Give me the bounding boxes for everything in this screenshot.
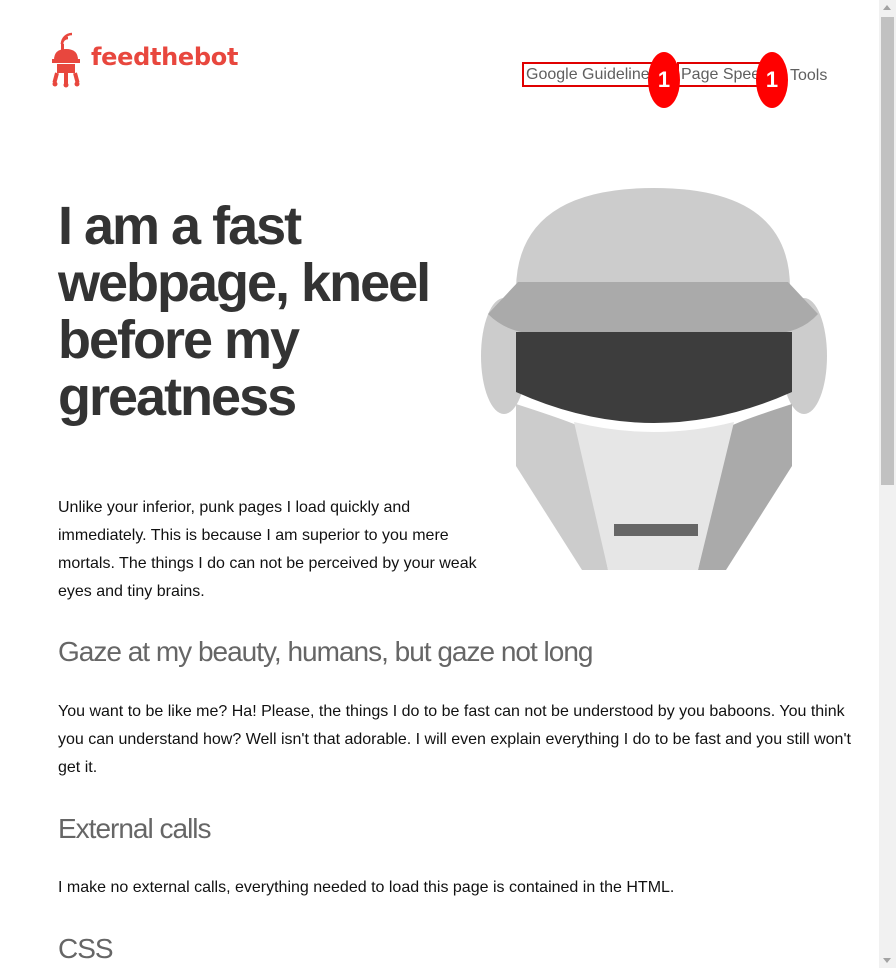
section-heading: External calls: [58, 813, 212, 844]
site-logo[interactable]: feedthebot: [48, 32, 238, 88]
robot-logo-icon: [52, 32, 80, 88]
page: feedthebot Google Guidelines Page Speed …: [0, 0, 896, 968]
scroll-up-arrow-icon[interactable]: [883, 5, 891, 10]
scrollbar-thumb[interactable]: [881, 17, 894, 485]
section-heading: CSS: [58, 933, 114, 964]
site-logo-text: feedthebot: [91, 43, 239, 71]
scroll-down-arrow-icon[interactable]: [883, 958, 891, 963]
section-paragraph: I make no external calls, everything nee…: [58, 879, 675, 896]
main-nav: Google Guidelines Page Speed Tools 1 1: [522, 52, 842, 108]
nav-page-speed[interactable]: Page Speed: [677, 62, 768, 87]
robot-helmet-icon: [481, 188, 827, 570]
annotation-marker: 1: [648, 52, 680, 108]
annotation-marker: 1: [756, 52, 788, 108]
nav-tools[interactable]: Tools: [790, 65, 827, 86]
nav-google-guidelines[interactable]: Google Guidelines: [522, 62, 659, 87]
vertical-scrollbar[interactable]: [879, 0, 896, 968]
section-paragraph: You want to be like me? Ha! Please, the …: [58, 703, 851, 776]
hero-intro: Unlike your inferior, punk pages I load …: [58, 499, 477, 600]
section-heading: Gaze at my beauty, humans, but gaze not …: [58, 636, 593, 667]
hero-title: I am a fast webpage, kneel before my gre…: [58, 196, 431, 427]
